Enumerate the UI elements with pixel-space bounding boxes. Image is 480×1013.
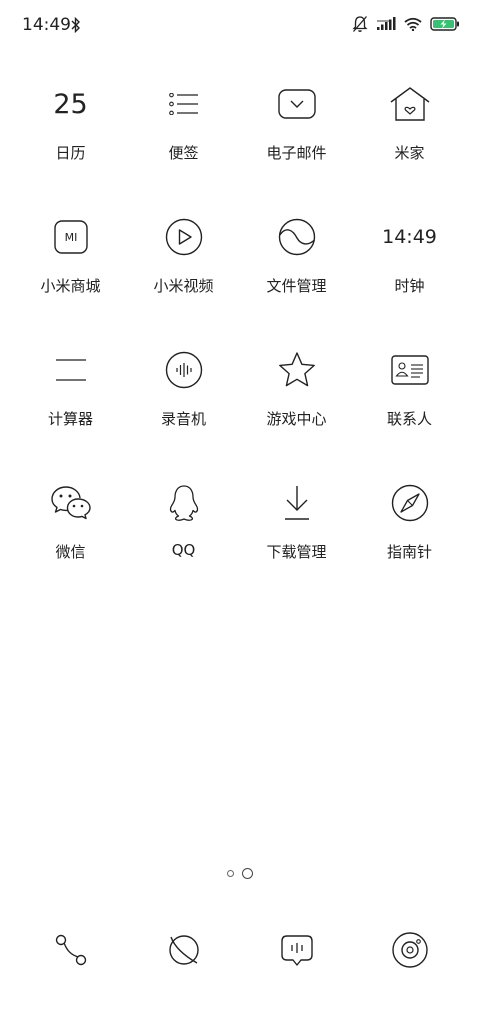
download-icon [269, 475, 325, 531]
app-label: 下载管理 [266, 543, 327, 561]
app-mi-store[interactable]: MI 小米商城 [14, 209, 127, 342]
app-download-manager[interactable]: 下载管理 [240, 475, 353, 608]
battery-charging-icon [430, 17, 459, 31]
app-label: QQ [171, 541, 196, 559]
app-compass[interactable]: 指南针 [353, 475, 466, 608]
mute-icon [352, 16, 368, 32]
app-label: 小米视频 [153, 277, 214, 295]
camera-icon [391, 932, 428, 968]
app-label: 电子邮件 [266, 144, 327, 162]
calculator-icon [43, 342, 99, 398]
app-label: 录音机 [160, 410, 206, 428]
clock-time: 14:49 [382, 226, 437, 248]
app-wechat[interactable]: 微信 [14, 475, 127, 608]
app-label: 便签 [168, 144, 199, 162]
qq-icon [156, 475, 212, 531]
app-label: 小米商城 [40, 277, 101, 295]
app-label: 文件管理 [266, 277, 327, 295]
app-clock[interactable]: 14:49 时钟 [353, 209, 466, 342]
app-label: 游戏中心 [266, 410, 327, 428]
app-qq[interactable]: QQ [127, 475, 240, 608]
home-icon [382, 76, 438, 132]
video-icon [156, 209, 212, 265]
calendar-icon: 25 [43, 76, 99, 132]
clock-icon: 14:49 [382, 209, 438, 265]
notes-icon [156, 76, 212, 132]
status-time: 14:49 [22, 15, 71, 35]
file-manager-icon [269, 209, 325, 265]
email-icon [269, 76, 325, 132]
contacts-icon [382, 342, 438, 398]
app-recorder[interactable]: 录音机 [127, 342, 240, 475]
mi-store-icon: MI [43, 209, 99, 265]
recorder-icon [156, 342, 212, 398]
app-label: 微信 [55, 543, 86, 561]
compass-icon [382, 475, 438, 531]
page-indicator [0, 868, 480, 879]
dock-browser[interactable] [127, 920, 240, 980]
star-icon [269, 342, 325, 398]
dock-messages[interactable] [240, 920, 353, 980]
app-label: 米家 [394, 144, 425, 162]
app-calculator[interactable]: 计算器 [14, 342, 127, 475]
page-dot-current[interactable] [242, 868, 253, 879]
app-contacts[interactable]: 联系人 [353, 342, 466, 475]
calendar-day: 25 [53, 88, 88, 120]
app-game-center[interactable]: 游戏中心 [240, 342, 353, 475]
phone-icon [55, 934, 86, 966]
app-grid: 25 日历 便签 电子邮件 米家 MI 小米商城 小米视频 文件管理 14:49… [14, 76, 466, 608]
app-calendar[interactable]: 25 日历 [14, 76, 127, 209]
app-notes[interactable]: 便签 [127, 76, 240, 209]
signal-icon [377, 17, 396, 30]
dock-phone[interactable] [14, 920, 127, 980]
app-file-manager[interactable]: 文件管理 [240, 209, 353, 342]
app-label: 计算器 [47, 410, 93, 428]
messages-icon [280, 935, 313, 966]
dock-camera[interactable] [353, 920, 466, 980]
app-email[interactable]: 电子邮件 [240, 76, 353, 209]
app-label: 联系人 [386, 410, 432, 428]
status-icons [352, 15, 460, 33]
app-mi-home[interactable]: 米家 [353, 76, 466, 209]
wifi-icon [404, 17, 422, 31]
app-mi-video[interactable]: 小米视频 [127, 209, 240, 342]
app-label: 时钟 [394, 277, 425, 295]
app-label: 日历 [55, 144, 86, 162]
wechat-icon [43, 475, 99, 531]
page-dot[interactable] [227, 870, 234, 877]
bluetooth-icon [71, 17, 80, 33]
mi-badge: MI [64, 231, 77, 244]
app-label: 指南针 [386, 543, 432, 561]
status-bar: 14:49 [0, 0, 480, 52]
browser-icon [168, 935, 199, 965]
dock [14, 920, 466, 980]
